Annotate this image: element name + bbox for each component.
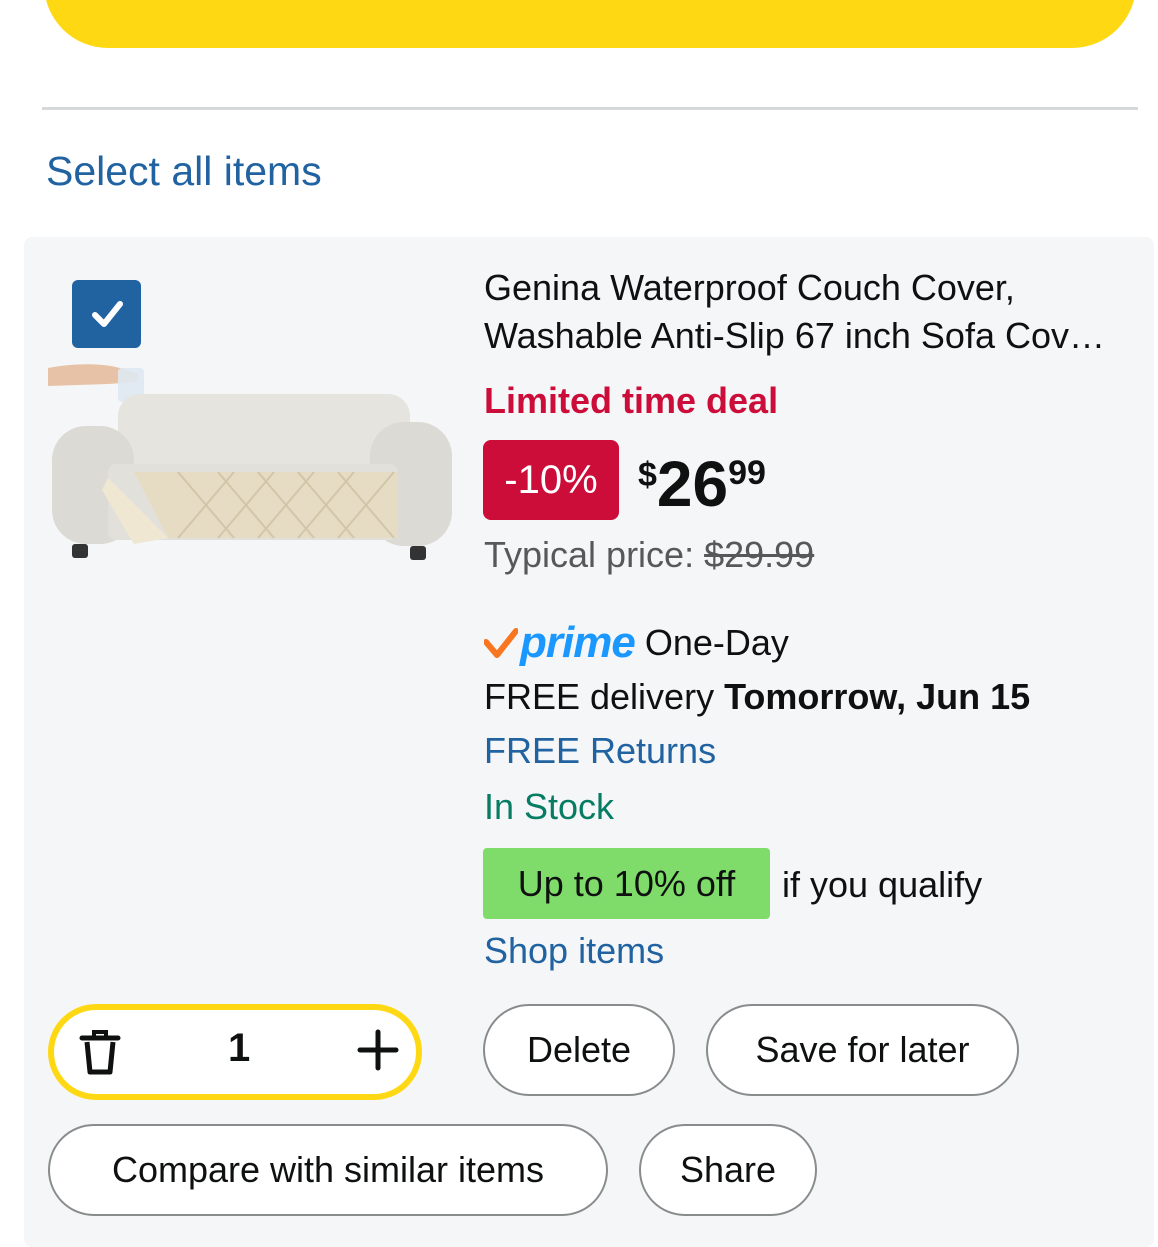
price-currency: $ [638, 456, 657, 494]
delivery-info: FREE delivery Tomorrow, Jun 15 [484, 676, 1030, 718]
product-title-line2: Washable Anti-Slip 67 inch Sofa Cover fo… [484, 315, 1124, 356]
prime-logo: prime [520, 618, 636, 667]
share-button[interactable]: Share [639, 1124, 817, 1216]
free-returns-link[interactable]: FREE Returns [484, 730, 716, 772]
shop-items-link[interactable]: Shop items [484, 930, 664, 972]
checkmark-icon [91, 301, 123, 327]
promo-badge: Up to 10% off [483, 848, 770, 919]
product-image[interactable] [48, 360, 454, 570]
price-fraction: 99 [728, 454, 766, 492]
delete-button[interactable]: Delete [483, 1004, 675, 1096]
promo-suffix: if you qualify [782, 864, 983, 905]
divider [42, 107, 1138, 110]
product-title-line1: Genina Waterproof Couch Cover, [484, 267, 1015, 308]
prime-check-icon [484, 628, 518, 658]
typical-price-value: $29.99 [704, 534, 815, 575]
proceed-to-checkout-button[interactable] [44, 0, 1136, 48]
save-for-later-button[interactable]: Save for later [706, 1004, 1019, 1096]
typical-price: Typical price: $29.99 [484, 534, 814, 576]
product-title[interactable]: Genina Waterproof Couch Cover, Washable … [484, 264, 1124, 360]
item-checkbox[interactable] [72, 280, 141, 348]
discount-badge: -10% [483, 440, 619, 520]
price-whole: 26 [656, 448, 729, 520]
delivery-prefix: FREE delivery [484, 676, 715, 717]
price: $2699 [638, 448, 766, 520]
deal-label: Limited time deal [484, 380, 779, 421]
prime-badge: prime One-Day [484, 618, 789, 668]
quantity-value: 1 [228, 1026, 251, 1070]
select-all-items-link[interactable]: Select all items [46, 148, 322, 195]
delivery-date: Tomorrow, Jun 15 [724, 676, 1031, 717]
trash-icon[interactable] [78, 1028, 122, 1076]
typical-price-label: Typical price: [484, 534, 695, 575]
prime-speed: One-Day [644, 622, 789, 663]
plus-icon[interactable] [356, 1028, 400, 1072]
compare-similar-items-button[interactable]: Compare with similar items [48, 1124, 608, 1216]
stock-status: In Stock [484, 786, 615, 827]
quantity-stepper: 1 [48, 1004, 422, 1100]
